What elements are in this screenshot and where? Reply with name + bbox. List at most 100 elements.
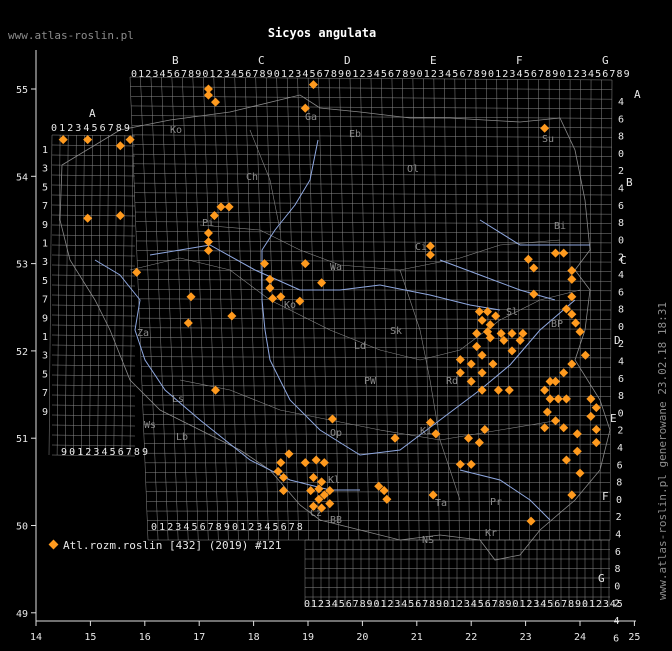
grid-b-bottom-digit: 6 (281, 522, 287, 533)
region-label: PW (364, 376, 377, 387)
grid-right-digit: 4 (617, 443, 623, 454)
grid-bottom-digit: 7 (353, 599, 359, 610)
grid-top-digit: 1 (567, 69, 573, 80)
grid-left-digit: 5 (42, 182, 48, 193)
grid-top-digit: 5 (595, 69, 601, 80)
grid-top-digit: 8 (545, 69, 551, 80)
grid-top-digit: 5 (524, 69, 530, 80)
grid-bottom-digit: 3 (533, 599, 539, 610)
grid-bottom-digit: 9 (436, 599, 442, 610)
grid-bottom-digit: 0 (304, 599, 310, 610)
distribution-map: Ko Ch Eb Ol Ga Su Bi Pi Ci Wa Ko Sk Sl BP Ld PW Rd Ls Op Ki… (0, 0, 672, 651)
grid-bottom-digit: 6 (346, 599, 352, 610)
grid-top-digit: 5 (381, 69, 387, 80)
region-label: Ld (354, 341, 366, 352)
y-tick-label: 52 (16, 347, 28, 358)
grid-left-digit: 1 (42, 145, 48, 156)
grid-top-digit: 3 (367, 69, 373, 80)
y-tick-label: 54 (16, 172, 28, 183)
grid-b-bottom-digit: 2 (248, 522, 254, 533)
grid-right-digit: 4 (618, 357, 624, 368)
grid-right-digit: 6 (613, 633, 619, 644)
grid-top-digit: 9 (409, 69, 415, 80)
x-tick-label: 21 (411, 632, 423, 643)
grid-b-bottom-digit: 5 (192, 522, 198, 533)
grid-top-letter: E (430, 54, 437, 67)
grid-right-digit: 6 (617, 460, 623, 471)
grid-top-digit: 2 (574, 69, 580, 80)
grid-top-digit: 0 (274, 69, 280, 80)
grid-bottom-digit: 2 (457, 599, 463, 610)
x-tick-label: 22 (465, 632, 477, 643)
grid-top-digit: 1 (138, 69, 144, 80)
region-label: Rd (446, 376, 458, 387)
grid-bottom-digit: 1 (311, 599, 317, 610)
grid-bottom-digit: 2 (318, 599, 324, 610)
grid-bottom-digit: 3 (603, 599, 609, 610)
grid-right-digit: 8 (618, 305, 624, 316)
grid-top-digit: 7 (538, 69, 544, 80)
grid-right-digit: 2 (617, 426, 623, 437)
grid-bottom-digit: 4 (332, 599, 338, 610)
grid-top-digit: 2 (502, 69, 508, 80)
grid-top-digit: 9 (195, 69, 201, 80)
grid-top-digit: 6 (245, 69, 251, 80)
grid-bottom-digit: 9 (575, 599, 581, 610)
y-tick-label: 51 (16, 434, 28, 445)
region-label: Ko (284, 300, 296, 311)
grid-bottom-digit: 1 (519, 599, 525, 610)
region-label: BB (330, 515, 342, 526)
grid-right-digit: 2 (618, 166, 624, 177)
grid-right-letter: D (614, 334, 621, 347)
grid-top-digit: 1 (424, 69, 430, 80)
grid-right-digit: 4 (618, 97, 624, 108)
grid-bottom-digit: 6 (554, 599, 560, 610)
grid-top-digit: 1 (281, 69, 287, 80)
legend-label: Atl.rozm.roslin [432] (2019) #121 (63, 539, 282, 552)
grid-top-digit: 7 (609, 69, 615, 80)
x-tick-label: 25 (628, 632, 640, 643)
grid-left-digit: 5 (42, 276, 48, 287)
grid-right-letter: F (602, 490, 609, 503)
grid-top-digit: 4 (517, 69, 523, 80)
grid-bottom-digit: 3 (325, 599, 331, 610)
region-label: Eb (349, 129, 361, 140)
grid-right-digit: 8 (618, 391, 624, 402)
grid-right-digit: 6 (618, 374, 624, 385)
region-label: BP (551, 319, 563, 330)
region-label: NS (422, 535, 434, 546)
map-title: Sicyos angulata (268, 26, 376, 40)
grid-bottom-digit: 8 (360, 599, 366, 610)
grid-top-digit: 9 (338, 69, 344, 80)
grid-right-digit: 0 (614, 581, 620, 592)
grid-right-letter: C (620, 254, 627, 267)
grid-b-bottom-digit: 7 (289, 522, 295, 533)
grid-top-digit: 0 (131, 69, 137, 80)
grid-bottom-digit: 3 (464, 599, 470, 610)
grid-bottom-digit: 5 (547, 599, 553, 610)
grid-right-digit: 4 (618, 184, 624, 195)
grid-a-digit: 1 (59, 123, 65, 134)
grid-top-digit: 4 (160, 69, 166, 80)
grid-b-bottom-digit: 8 (216, 522, 222, 533)
grid-a-bottom-digit: 8 (134, 447, 140, 458)
region-label: Ko (170, 125, 182, 136)
grid-bottom-digit: 6 (415, 599, 421, 610)
grid-right-letter: B (626, 176, 633, 189)
grid-a-digit: 5 (92, 123, 98, 134)
region-label: Su (542, 134, 554, 145)
grid-top-letter: D (344, 54, 351, 67)
grid-right-digit: 4 (615, 530, 621, 541)
grid-top-digit: 7 (467, 69, 473, 80)
grid-bottom-digit: 2 (526, 599, 532, 610)
grid-bottom-digit: 5 (408, 599, 414, 610)
grid-top-digit: 8 (260, 69, 266, 80)
grid-top-digit: 6 (602, 69, 608, 80)
grid-left-letter: A (89, 107, 96, 120)
grid-top-digit: 6 (459, 69, 465, 80)
x-tick-label: 19 (302, 632, 314, 643)
region-label: Za (137, 328, 149, 339)
grid-b-bottom-digit: 1 (159, 522, 165, 533)
grid-a-bottom-digit: 6 (118, 447, 124, 458)
grid-top-digit: 5 (310, 69, 316, 80)
